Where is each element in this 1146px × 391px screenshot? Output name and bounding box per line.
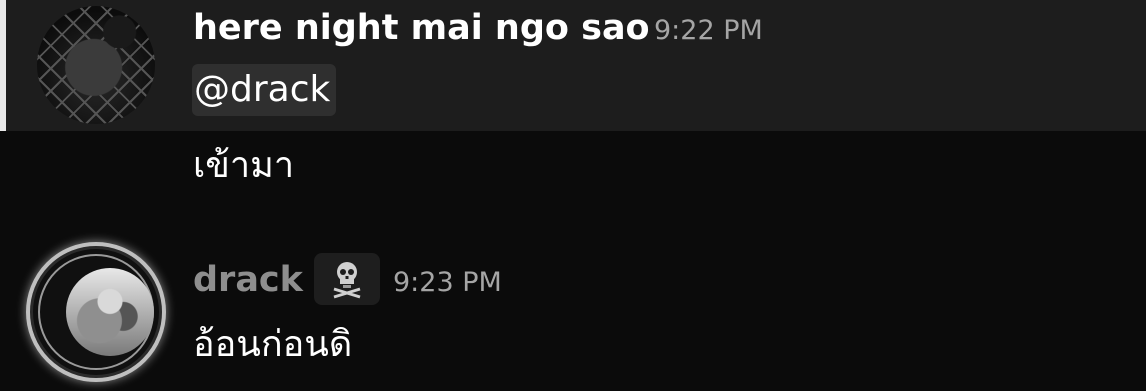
user-avatar[interactable]: [37, 6, 155, 124]
message-timestamp[interactable]: 9:22 PM: [654, 15, 763, 47]
message-content: อ้อนก่อนดิ: [193, 324, 353, 365]
message-content: เข้ามา: [193, 145, 295, 186]
user-mention[interactable]: @drack: [192, 64, 337, 116]
mention-highlight-bar: [0, 0, 6, 131]
message-author-name[interactable]: here night mai ngo sao: [193, 8, 650, 48]
role-icon-badge[interactable]: [314, 253, 380, 305]
message-author-name[interactable]: drack: [193, 260, 303, 300]
user-avatar-with-frame[interactable]: [26, 242, 166, 382]
user-avatar[interactable]: [66, 268, 154, 356]
skull-icon: [333, 262, 361, 299]
message-timestamp[interactable]: 9:23 PM: [393, 267, 502, 299]
